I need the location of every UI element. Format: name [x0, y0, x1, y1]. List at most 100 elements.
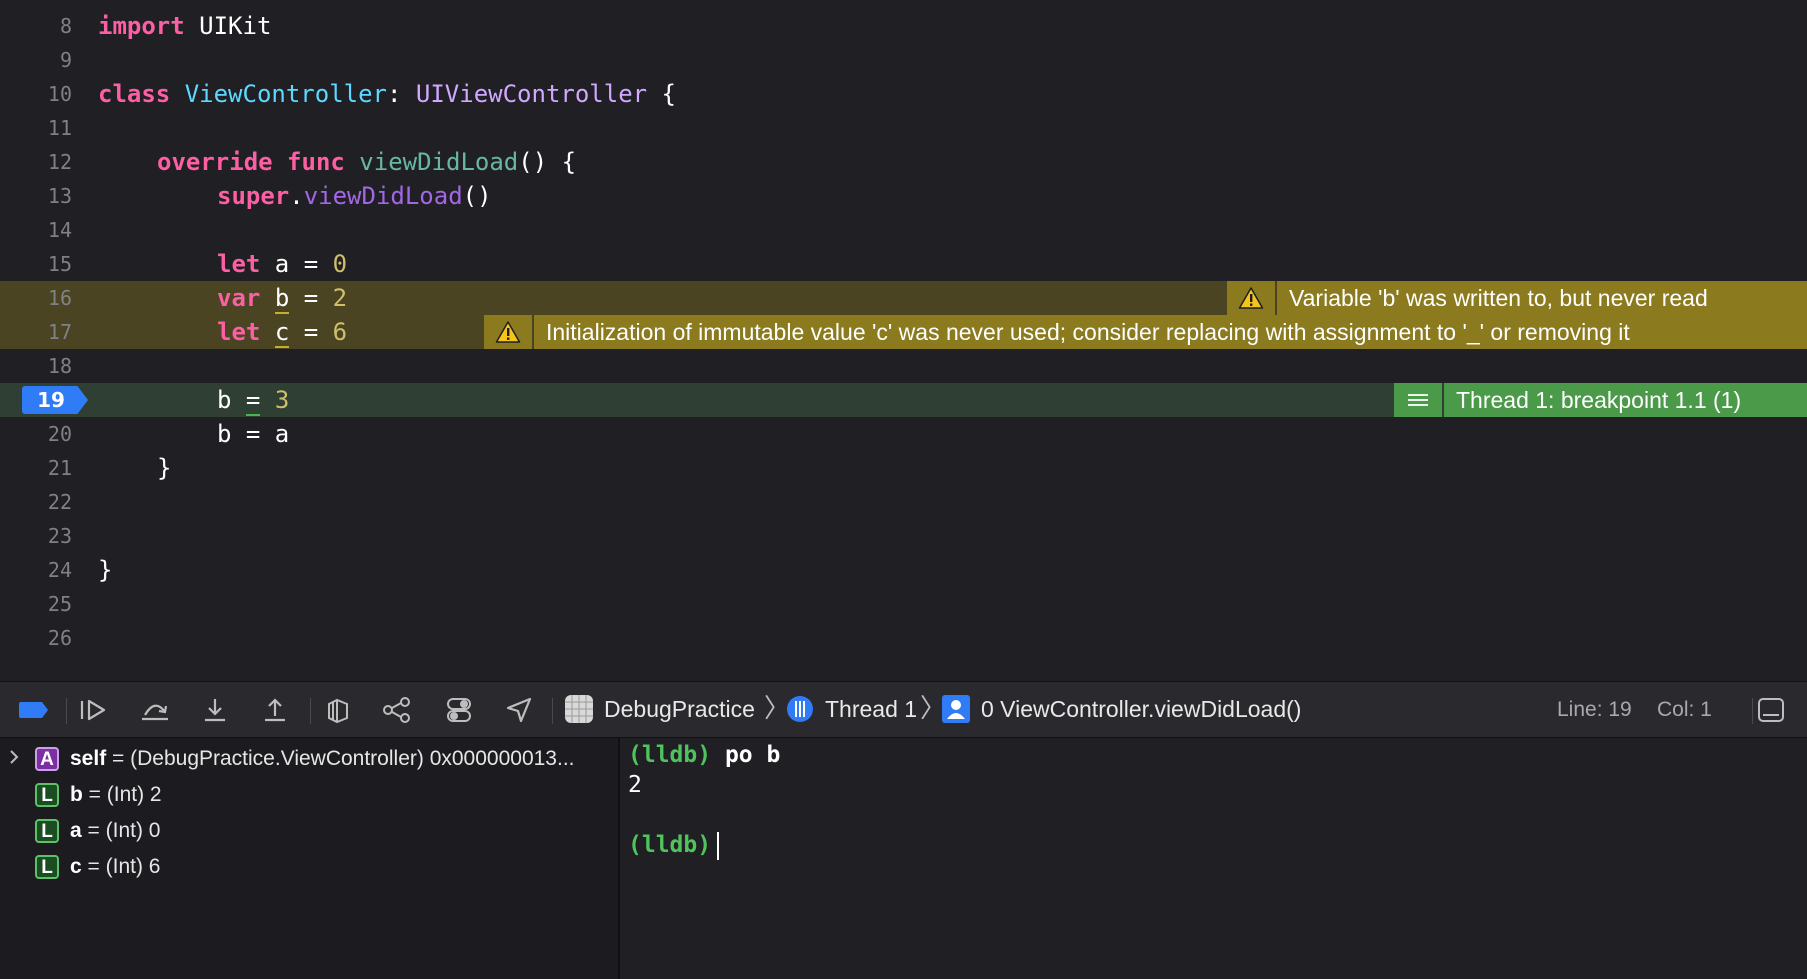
variable-row[interactable]: A self = (DebugPractice.ViewController) … — [0, 742, 618, 776]
text-cursor — [717, 831, 720, 860]
line-number[interactable]: 10 — [0, 77, 72, 111]
line-number[interactable]: 12 — [0, 145, 72, 179]
thread-icon — [785, 695, 815, 723]
code-text: import UIKit — [98, 12, 272, 40]
hide-debug-area-icon[interactable] — [1756, 696, 1786, 724]
environment-overrides-icon[interactable] — [444, 696, 474, 724]
variable-row[interactable]: L c = (Int) 6 — [0, 850, 618, 884]
line-number[interactable]: 18 — [0, 349, 72, 383]
code-line[interactable]: 21 } — [0, 451, 1807, 485]
line-number[interactable]: 23 — [0, 519, 72, 553]
line-number[interactable]: 21 — [0, 451, 72, 485]
breakpoint-annotation[interactable]: Thread 1: breakpoint 1.1 (1) — [1394, 383, 1807, 417]
simulate-location-icon[interactable] — [504, 696, 534, 724]
warning-icon — [484, 315, 534, 349]
memory-graph-icon[interactable] — [382, 696, 412, 724]
separator — [66, 698, 67, 724]
variable-kind-badge: L — [35, 819, 59, 843]
line-number[interactable]: 22 — [0, 485, 72, 519]
variable-text: c = (Int) 6 — [70, 855, 161, 878]
col-indicator: Col: 1 — [1657, 698, 1712, 721]
code-text: let c = 6 — [217, 318, 348, 348]
line-indicator: Line: 19 — [1557, 698, 1632, 721]
code-text: } — [98, 556, 113, 584]
code-line[interactable]: 15 let a = 0 — [0, 247, 1807, 281]
source-editor[interactable]: 8 import UIKit 9 10 class ViewController… — [0, 0, 1807, 681]
variable-kind-badge: L — [35, 855, 59, 879]
console-line: (lldb) po b — [628, 742, 781, 768]
line-number[interactable]: 14 — [0, 213, 72, 247]
stack-lines-icon[interactable] — [1394, 383, 1444, 417]
code-line-current[interactable]: 19 b = 3 Thread 1: breakpoint 1.1 (1) — [0, 383, 1807, 417]
code-line[interactable]: 25 — [0, 587, 1807, 621]
warning-icon — [1227, 281, 1277, 315]
breadcrumb-thread[interactable]: Thread 1 — [825, 682, 917, 737]
code-line[interactable]: 26 — [0, 621, 1807, 655]
code-line[interactable]: 20 b = a — [0, 417, 1807, 451]
code-line-warning[interactable]: 16 var b = 2 Variable 'b' was written to… — [0, 281, 1807, 315]
variable-text: self = (DebugPractice.ViewController) 0x… — [70, 747, 575, 770]
variable-row[interactable]: L b = (Int) 2 — [0, 778, 618, 812]
code-text: } — [157, 454, 172, 482]
code-line[interactable]: 24 } — [0, 553, 1807, 587]
line-number[interactable]: 20 — [0, 417, 72, 451]
warning-annotation[interactable]: Initialization of immutable value 'c' wa… — [484, 315, 1807, 349]
separator — [1752, 698, 1753, 724]
code-text: b = a — [217, 420, 290, 448]
code-line[interactable]: 12 override func viewDidLoad() { — [0, 145, 1807, 179]
variable-kind-badge: L — [35, 783, 59, 807]
step-over-icon[interactable] — [140, 696, 170, 724]
step-out-icon[interactable] — [260, 696, 290, 724]
variable-text: b = (Int) 2 — [70, 783, 162, 806]
breadcrumb-frame[interactable]: 0 ViewController.viewDidLoad() — [981, 682, 1301, 737]
line-number[interactable]: 24 — [0, 553, 72, 587]
code-line[interactable]: 22 — [0, 485, 1807, 519]
breakpoint-marker[interactable]: 19 — [22, 386, 88, 414]
code-text: class ViewController: UIViewController { — [98, 80, 676, 108]
variable-kind-badge: A — [35, 747, 59, 771]
warning-message: Variable 'b' was written to, but never r… — [1289, 285, 1708, 311]
line-number[interactable]: 8 — [0, 9, 72, 43]
console-output: 2 — [628, 772, 642, 798]
stack-frame-icon — [941, 695, 971, 723]
chevron-right-icon[interactable] — [8, 742, 20, 776]
code-text: var b = 2 — [217, 284, 348, 314]
variable-text: a = (Int) 0 — [70, 819, 161, 842]
code-text: let a = 0 — [217, 250, 348, 278]
debug-bar: DebugPractice 〉 Thread 1 〉 0 ViewControl… — [0, 681, 1807, 738]
separator — [310, 698, 311, 724]
app-icon — [564, 695, 594, 723]
code-line[interactable]: 8 import UIKit — [0, 9, 1807, 43]
code-line[interactable]: 18 — [0, 349, 1807, 383]
breakpoints-toggle-icon[interactable] — [18, 696, 50, 724]
variables-view[interactable]: A self = (DebugPractice.ViewController) … — [0, 738, 620, 979]
separator — [552, 698, 553, 724]
code-line[interactable]: 11 — [0, 111, 1807, 145]
line-number[interactable]: 11 — [0, 111, 72, 145]
line-number[interactable]: 17 — [0, 315, 72, 349]
code-line-warning[interactable]: 17 let c = 6 Initialization of immutable… — [0, 315, 1807, 349]
warning-message: Initialization of immutable value 'c' wa… — [546, 319, 1630, 345]
code-line[interactable]: 10 class ViewController: UIViewControlle… — [0, 77, 1807, 111]
code-line[interactable]: 14 — [0, 213, 1807, 247]
continue-icon[interactable] — [78, 696, 108, 724]
lldb-console[interactable]: (lldb) po b 2 (lldb) — [620, 738, 1807, 979]
code-line[interactable]: 23 — [0, 519, 1807, 553]
code-line[interactable]: 13 super.viewDidLoad() — [0, 179, 1807, 213]
code-text: override func viewDidLoad() { — [157, 148, 577, 176]
code-text: super.viewDidLoad() — [217, 182, 492, 210]
variable-row[interactable]: L a = (Int) 0 — [0, 814, 618, 848]
line-number[interactable]: 16 — [0, 281, 72, 315]
line-number[interactable]: 26 — [0, 621, 72, 655]
warning-annotation[interactable]: Variable 'b' was written to, but never r… — [1227, 281, 1807, 315]
debug-view-hierarchy-icon[interactable] — [322, 696, 352, 724]
breadcrumb-app[interactable]: DebugPractice — [604, 682, 755, 737]
line-number[interactable]: 25 — [0, 587, 72, 621]
code-line[interactable]: 9 — [0, 43, 1807, 77]
step-into-icon[interactable] — [200, 696, 230, 724]
breakpoint-message: Thread 1: breakpoint 1.1 (1) — [1456, 387, 1742, 413]
line-number[interactable]: 13 — [0, 179, 72, 213]
console-input-line[interactable]: (lldb) — [628, 830, 720, 860]
line-number[interactable]: 9 — [0, 43, 72, 77]
line-number[interactable]: 15 — [0, 247, 72, 281]
